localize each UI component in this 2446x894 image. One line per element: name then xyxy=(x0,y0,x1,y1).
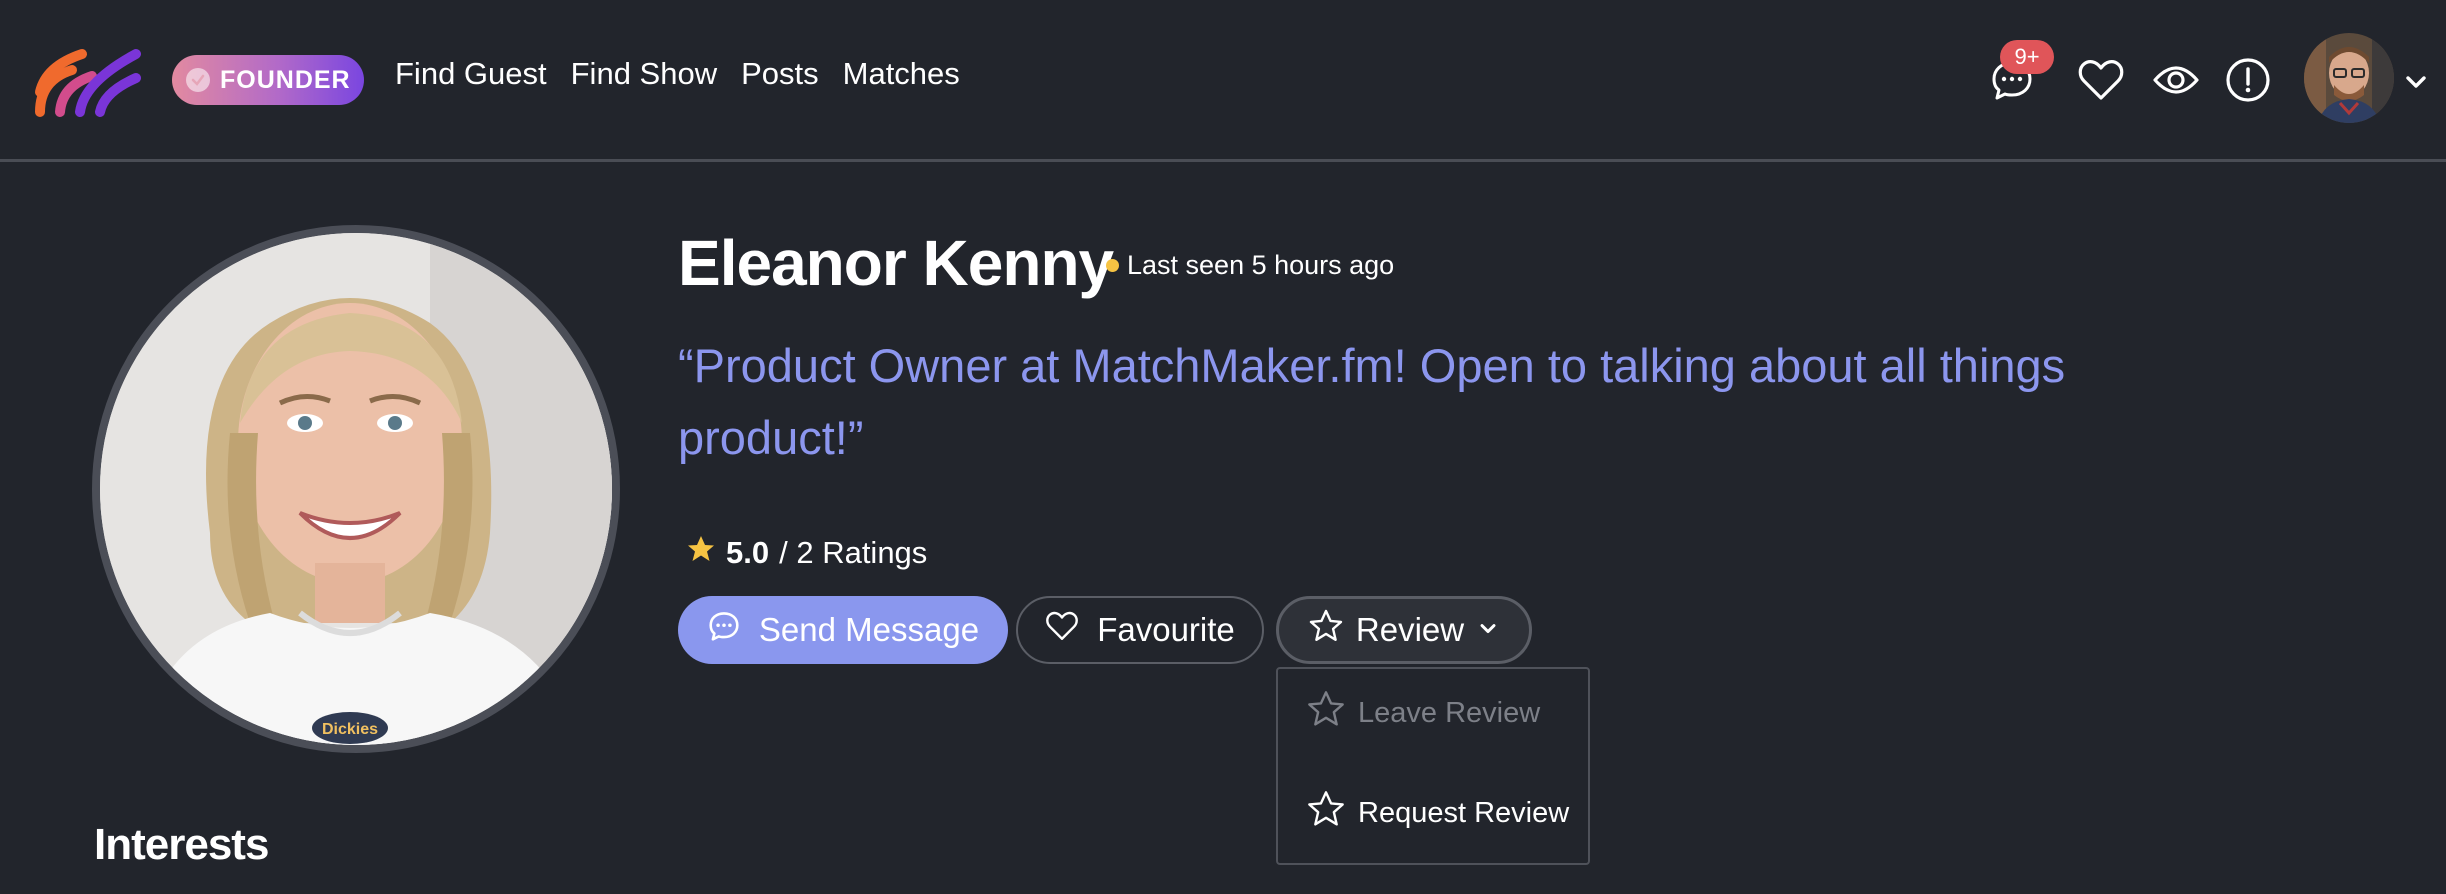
top-navigation: FOUNDER Find Guest Find Show Posts Match… xyxy=(0,0,2446,162)
last-seen-text: Last seen 5 hours ago xyxy=(1127,250,1395,280)
user-avatar[interactable] xyxy=(2304,33,2394,123)
profile-name: Eleanor Kenny xyxy=(678,227,1114,299)
review-dropdown-button[interactable]: Review xyxy=(1276,596,1532,664)
favourite-label: Favourite xyxy=(1097,611,1235,648)
rating-score: 5.0 xyxy=(726,535,770,570)
profile-headline: “Product Owner at MatchMaker.fm! Open to… xyxy=(678,339,2066,464)
nav-link-find-show[interactable]: Find Show xyxy=(571,56,717,92)
main-nav: Find Guest Find Show Posts Matches xyxy=(395,56,960,92)
logo-icon[interactable] xyxy=(32,40,144,120)
chevron-down-icon xyxy=(1476,611,1500,649)
rating-summary: 5.0 / 2 Ratings xyxy=(686,534,927,572)
chevron-down-icon[interactable] xyxy=(2402,68,2430,96)
nav-link-matches[interactable]: Matches xyxy=(843,56,960,92)
leave-review-item[interactable]: Leave Review xyxy=(1306,689,1540,737)
alert-icon[interactable] xyxy=(2224,56,2272,104)
status-dot xyxy=(1106,259,1119,272)
nav-link-find-guest[interactable]: Find Guest xyxy=(395,56,547,92)
heart-icon[interactable] xyxy=(2077,56,2125,104)
star-icon xyxy=(1306,689,1346,737)
request-review-label: Request Review xyxy=(1358,796,1570,829)
last-seen-status: Last seen 5 hours ago xyxy=(1106,250,1394,281)
founder-badge-label: FOUNDER xyxy=(220,65,351,94)
rating-count: / 2 Ratings xyxy=(779,535,928,570)
review-label: Review xyxy=(1355,611,1465,648)
chat-icon xyxy=(707,609,741,651)
eye-icon[interactable] xyxy=(2152,56,2200,104)
star-icon xyxy=(1308,608,1344,652)
founder-badge: FOUNDER xyxy=(172,55,364,105)
heart-icon xyxy=(1045,610,1079,650)
review-dropdown-menu: Leave Review Request Review xyxy=(1276,667,1590,865)
nav-link-posts[interactable]: Posts xyxy=(741,56,819,92)
leave-review-label: Leave Review xyxy=(1358,696,1541,729)
notification-count-badge: 9+ xyxy=(2000,40,2054,74)
profile-photo: Dickies xyxy=(92,225,620,753)
favourite-button[interactable]: Favourite xyxy=(1016,596,1264,664)
send-message-label: Send Message xyxy=(758,611,980,648)
interests-heading: Interests xyxy=(94,820,269,869)
check-icon xyxy=(186,68,210,92)
send-message-button[interactable]: Send Message xyxy=(678,596,1008,664)
star-icon xyxy=(686,534,716,572)
star-icon xyxy=(1306,789,1346,837)
request-review-item[interactable]: Request Review xyxy=(1306,789,1569,837)
shirt-logo-text: Dickies xyxy=(322,721,378,738)
